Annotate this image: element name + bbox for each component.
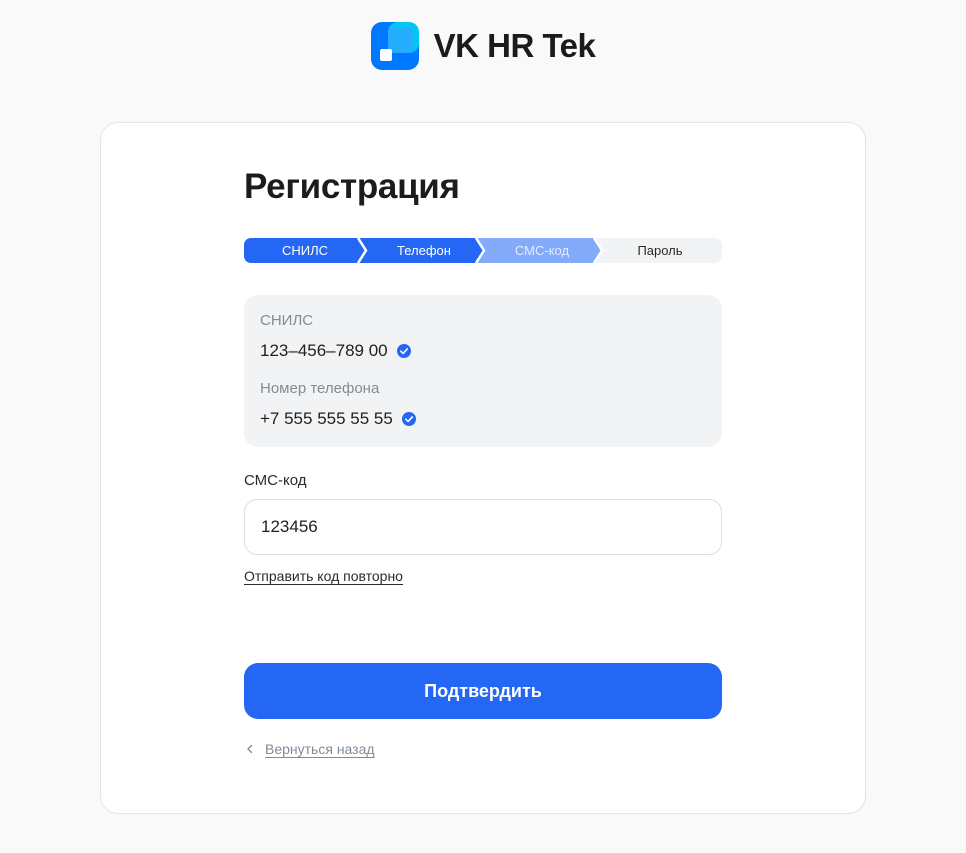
check-icon (396, 344, 411, 358)
phone-row: +7 555 555 55 55 (260, 409, 416, 429)
registration-card: Регистрация СНИЛС Телефон СМС-код Пароль… (100, 122, 866, 814)
step-sms-code: СМС-код (514, 243, 570, 258)
confirm-button[interactable]: Подтвердить (244, 663, 722, 719)
sms-code-label: СМС-код (244, 472, 307, 489)
verified-summary: СНИЛС 123–456–789 00 Номер телефона +7 5… (244, 295, 722, 447)
back-link-label: Вернуться назад (265, 741, 375, 757)
phone-label: Номер телефона (260, 380, 380, 397)
back-link[interactable]: Вернуться назад (244, 741, 375, 757)
sms-code-input[interactable] (244, 499, 722, 555)
step-password: Пароль (637, 243, 683, 258)
snils-row: 123–456–789 00 (260, 341, 411, 361)
logo-icon (370, 22, 419, 70)
step-phone: Телефон (397, 243, 451, 258)
resend-code-link[interactable]: Отправить код повторно (244, 568, 403, 584)
chevron-left-icon (247, 744, 253, 754)
logo[interactable]: VK HR Tek (370, 22, 596, 70)
brand-name: VK HR Tek (433, 27, 596, 64)
progress-stepper: СНИЛС Телефон СМС-код Пароль (244, 238, 722, 263)
phone-value: +7 555 555 55 55 (260, 409, 393, 428)
snils-label: СНИЛС (260, 312, 314, 329)
page-title: Регистрация (244, 167, 460, 206)
snils-value: 123–456–789 00 (260, 341, 388, 360)
header: VK HR Tek (0, 0, 966, 92)
check-icon (401, 412, 416, 426)
step-snils: СНИЛС (281, 243, 329, 258)
